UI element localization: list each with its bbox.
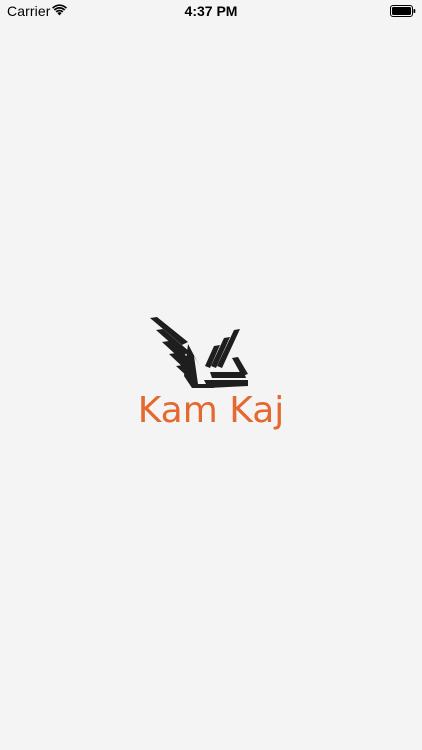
brand-name: Kam Kaj bbox=[137, 390, 285, 431]
splash-content: Kam Kaj bbox=[0, 0, 422, 750]
eagle-wings-logo-icon bbox=[150, 317, 248, 388]
splash-screen: Carrier 4:37 PM Kam Kaj bbox=[0, 0, 422, 750]
